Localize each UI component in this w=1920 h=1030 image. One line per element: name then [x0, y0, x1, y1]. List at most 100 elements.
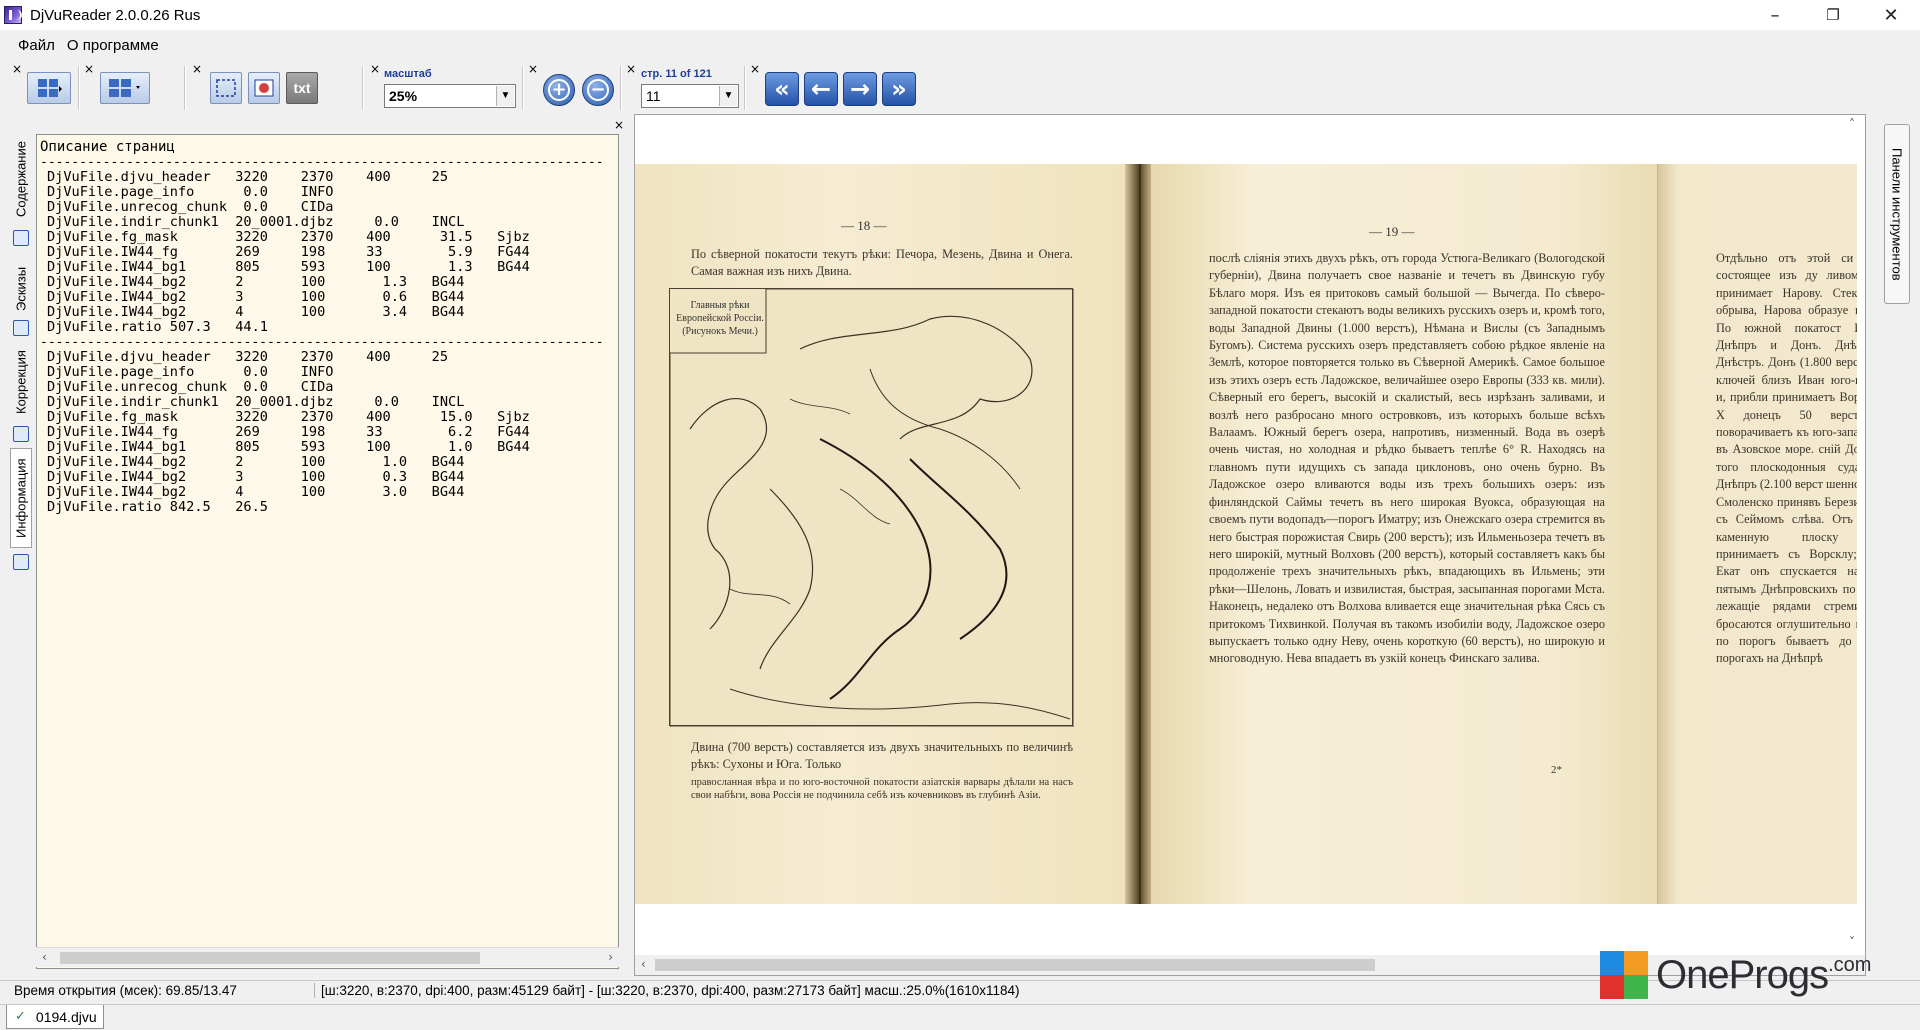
- chevron-down-icon[interactable]: ▼: [719, 86, 737, 106]
- info-block-1: DjVuFile.djvu_header 3220 2370 400 25 DjV…: [37, 170, 618, 335]
- info-line: DjVuFile.page_info 0.0 INFO: [47, 184, 334, 200]
- document-tabs: ✓ 0194.djvu: [0, 1004, 1920, 1030]
- toolbar: × × × txt × масштаб 25% ▼ × + − × стр. 1…: [0, 62, 1920, 114]
- info-line: DjVuFile.IW44_fg 269 198 33 6.2 FG44: [47, 424, 530, 440]
- info-icon: [13, 554, 29, 570]
- info-panel: Описание страниц -----------------------…: [36, 134, 619, 969]
- russia-rivers-map: [669, 288, 1075, 728]
- minimize-button[interactable]: –: [1746, 0, 1804, 30]
- left-tabs: Содержание Эскизы Коррекция Информация: [6, 134, 34, 584]
- document-view[interactable]: — 18 — По сѣверной покатости текутъ рѣки…: [634, 114, 1866, 976]
- tab-thumbnails[interactable]: Эскизы: [10, 254, 32, 324]
- view-mode-icon: [38, 79, 62, 97]
- info-line: DjVuFile.indir_chunk1 20_0001.djbz 0.0 I…: [47, 214, 465, 230]
- toolbar-group-close-icon[interactable]: ×: [528, 63, 538, 75]
- scroll-left-icon[interactable]: ‹: [42, 950, 47, 964]
- menu-about[interactable]: О программе: [61, 37, 165, 54]
- toolbar-separator: [78, 66, 80, 110]
- info-line: DjVuFile.ratio 507.3 44.1: [47, 319, 268, 335]
- window-title: DjVuReader 2.0.0.26 Rus: [30, 6, 201, 24]
- contents-icon: [13, 230, 29, 246]
- text-mode-button[interactable]: txt: [286, 72, 318, 104]
- zoom-in-button[interactable]: +: [543, 74, 575, 106]
- toolbar-separator: [744, 66, 746, 110]
- toolbar-group-close-icon[interactable]: ×: [12, 63, 22, 75]
- scroll-right-icon[interactable]: ›: [608, 950, 613, 964]
- toolbar-group-close-icon[interactable]: ×: [626, 63, 636, 75]
- toolbar-separator: [184, 66, 186, 110]
- app-icon: [4, 6, 22, 24]
- first-page-button[interactable]: «: [765, 72, 799, 106]
- menu-file[interactable]: Файл: [12, 37, 61, 54]
- info-line: DjVuFile.page_info 0.0 INFO: [47, 364, 334, 380]
- info-title: Описание страниц: [40, 139, 175, 155]
- title-bar: DjVuReader 2.0.0.26 Rus – ❐ ✕: [0, 0, 1920, 30]
- panel-close-icon[interactable]: ×: [614, 118, 624, 132]
- page-label: стр. 11 of 121: [641, 68, 712, 80]
- info-line: DjVuFile.IW44_fg 269 198 33 5.9 FG44: [47, 244, 530, 260]
- page-select[interactable]: 11 ▼: [641, 84, 739, 108]
- document-vertical-scrollbar[interactable]: ˄ ˅: [1845, 115, 1863, 955]
- next-page-button[interactable]: →: [843, 72, 877, 106]
- info-line: DjVuFile.IW44_bg1 805 593 100 1.3 BG44: [47, 259, 530, 275]
- info-line: DjVuFile.ratio 842.5 26.5: [47, 499, 268, 515]
- scrollbar-thumb[interactable]: [655, 959, 1375, 971]
- page-value: 11: [646, 88, 661, 104]
- view-mode-button[interactable]: [27, 72, 71, 104]
- info-line: DjVuFile.IW44_bg2 3 100 0.3 BG44: [47, 469, 465, 485]
- zoom-out-button[interactable]: −: [582, 74, 614, 106]
- zoom-out-icon: −: [587, 79, 609, 101]
- toolbar-separator: [362, 66, 364, 110]
- watermark-suffix: .com: [1828, 954, 1872, 976]
- select-area-button[interactable]: [210, 72, 242, 104]
- oneprogs-logo-icon: [1600, 951, 1648, 999]
- map-caption: Главныя рѣки Европейской Россіи. (Рисуно…: [676, 300, 764, 337]
- separator-line: ----------------------------------------…: [40, 155, 604, 170]
- zoom-in-icon: +: [548, 79, 570, 101]
- info-line: DjVuFile.IW44_bg2 4 100 3.0 BG44: [47, 484, 465, 500]
- toolbar-group-close-icon[interactable]: ×: [84, 63, 94, 75]
- layout-button[interactable]: [100, 72, 150, 104]
- toolbar-group-close-icon[interactable]: ×: [750, 63, 760, 75]
- scroll-left-icon[interactable]: ‹: [641, 957, 646, 971]
- watermark-text: OneProgs: [1656, 952, 1829, 997]
- layout-grid-icon: [109, 79, 140, 97]
- window-controls: – ❐ ✕: [1746, 0, 1920, 30]
- page-text: Отдѣльно отъ этой си озеро, состоящее из…: [1716, 251, 1857, 666]
- select-image-button[interactable]: [248, 72, 280, 104]
- page-spread: — 18 — По сѣверной покатости текутъ рѣки…: [635, 164, 1857, 904]
- status-details: [ш:3220, в:2370, dpi:400, разм:45129 бай…: [314, 983, 1020, 998]
- page-text: Двина (700 верстъ) составляется изъ двух…: [691, 740, 1073, 772]
- close-button[interactable]: ✕: [1862, 0, 1920, 30]
- zoom-select[interactable]: 25% ▼: [384, 84, 516, 108]
- page-left: — 18 — По сѣверной покатости текутъ рѣки…: [635, 164, 1135, 904]
- toolbar-group-close-icon[interactable]: ×: [192, 63, 202, 75]
- tab-correction[interactable]: Коррекция: [10, 342, 32, 422]
- toolbar-group-close-icon[interactable]: ×: [370, 63, 380, 75]
- tab-file[interactable]: ✓ 0194.djvu: [6, 1005, 104, 1029]
- page-number: — 19 —: [1369, 224, 1415, 239]
- tool-panels-tab[interactable]: Панели инструментов: [1884, 124, 1910, 304]
- tab-information[interactable]: Информация: [10, 448, 32, 548]
- scroll-up-icon[interactable]: ˄: [1849, 117, 1855, 131]
- info-line: DjVuFile.IW44_bg2 3 100 0.6 BG44: [47, 289, 465, 305]
- menu-bar: Файл О программе: [0, 33, 165, 57]
- page-number: — 18 —: [841, 218, 887, 233]
- info-line: DjVuFile.unrecog_chunk 0.0 CIDa: [47, 379, 334, 395]
- page-text: По сѣверной покатости текутъ рѣки: Печор…: [691, 247, 1073, 279]
- info-block-2: DjVuFile.djvu_header 3220 2370 400 25 DjV…: [37, 350, 618, 515]
- watermark: OneProgs .com: [1600, 950, 1871, 1000]
- separator-line: ----------------------------------------…: [40, 335, 604, 350]
- thumbnails-icon: [13, 320, 29, 336]
- prev-page-button[interactable]: ←: [804, 72, 838, 106]
- page-right: Отдѣльно отъ этой си озеро, состоящее из…: [1657, 164, 1857, 904]
- last-page-button[interactable]: »: [882, 72, 916, 106]
- tab-contents[interactable]: Содержание: [10, 134, 32, 224]
- scroll-down-icon[interactable]: ˅: [1849, 935, 1855, 949]
- chevron-down-icon[interactable]: ▼: [496, 86, 514, 106]
- left-horizontal-scrollbar[interactable]: ‹ ›: [36, 947, 619, 967]
- page-middle: — 19 — послѣ слiянiя этихъ двухъ рѣкъ, о…: [1151, 164, 1657, 904]
- zoom-label: масштаб: [384, 68, 432, 80]
- scrollbar-thumb[interactable]: [60, 952, 480, 964]
- restore-button[interactable]: ❐: [1804, 0, 1862, 30]
